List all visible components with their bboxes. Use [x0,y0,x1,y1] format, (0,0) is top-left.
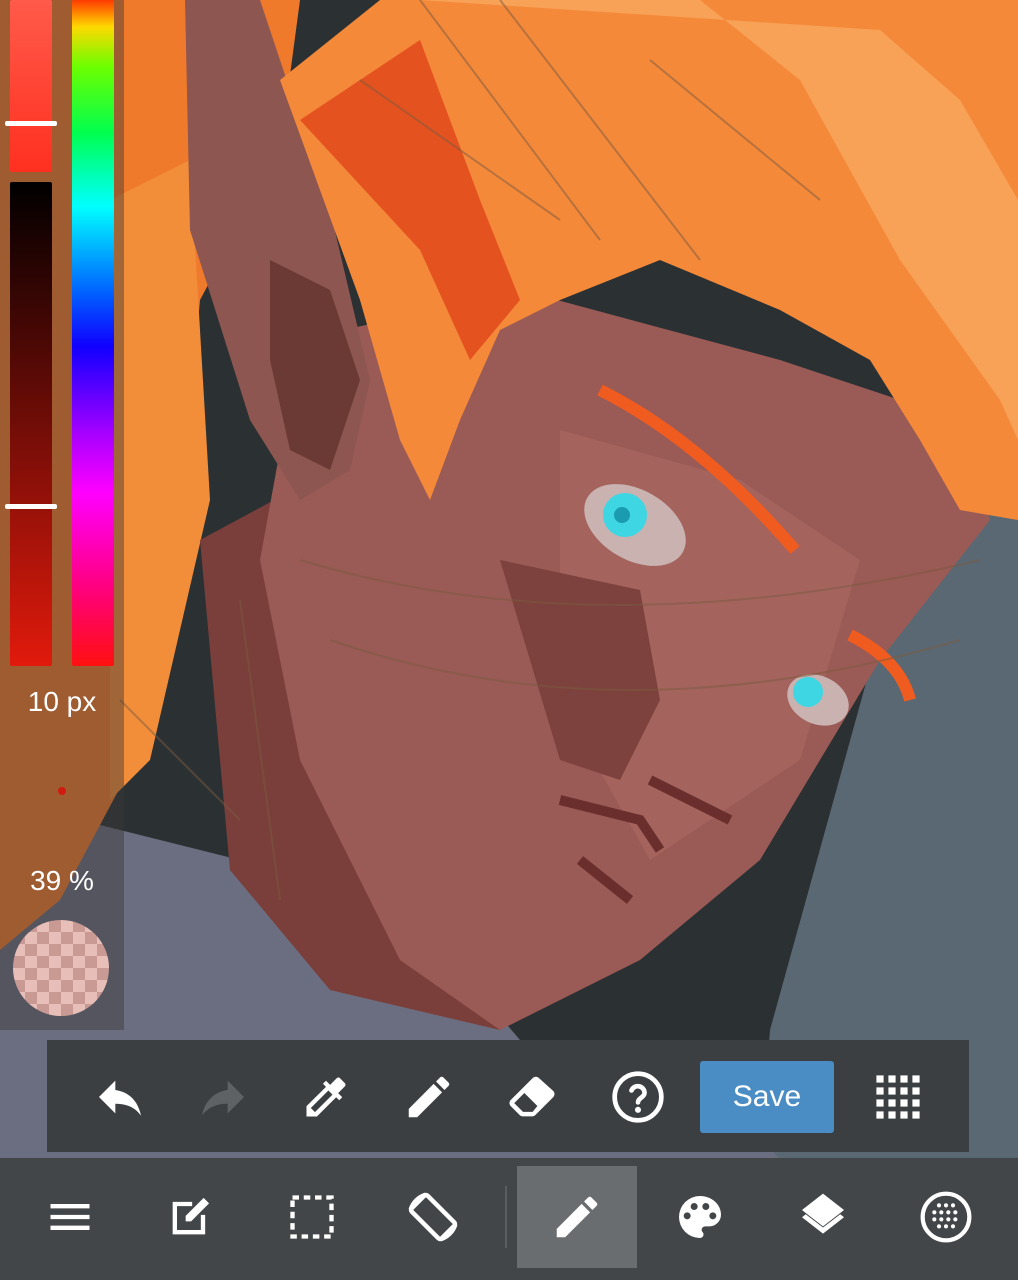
undo-button[interactable] [85,1062,155,1132]
current-color-swatch[interactable] [13,920,109,1016]
material-button[interactable] [886,1166,1006,1268]
nav-divider [505,1186,507,1248]
rotate-canvas-button[interactable] [373,1166,493,1268]
quick-toolbar: Save [47,1040,969,1152]
help-button[interactable] [603,1062,673,1132]
eraser-button[interactable] [497,1062,567,1132]
artwork-illustration [0,0,1018,1160]
material-icon [920,1191,972,1243]
selection-button[interactable] [252,1166,372,1268]
brush-opacity-label[interactable]: 39 % [0,865,124,897]
palette-icon [679,1196,721,1238]
pen-tool-button[interactable] [517,1166,637,1268]
save-button[interactable]: Save [700,1061,834,1133]
main-menu-button[interactable] [10,1166,130,1268]
opacity-slider-handle[interactable] [5,121,57,126]
hue-slider[interactable] [72,0,114,666]
bottom-navigation [0,1158,1018,1280]
brightness-slider[interactable] [5,182,57,666]
layers-button[interactable] [763,1166,883,1268]
grid-menu-icon [876,1075,920,1119]
pencil-icon [408,1076,450,1118]
grid-menu-button[interactable] [863,1062,933,1132]
redo-button[interactable] [188,1062,258,1132]
redo-icon [202,1080,244,1116]
eyedropper-icon [306,1077,346,1117]
eyedropper-button[interactable] [291,1062,361,1132]
drawing-canvas[interactable] [0,0,1018,1160]
brightness-slider-handle[interactable] [5,504,57,509]
color-brush-panel: 10 px 39 % [0,0,124,1030]
rotate-icon [408,1192,458,1242]
eraser-icon [509,1076,555,1117]
layers-icon [802,1193,844,1234]
menu-icon [50,1204,90,1230]
opacity-slider[interactable] [5,0,57,172]
selection-icon [290,1195,334,1239]
pencil-button[interactable] [394,1062,464,1132]
edit-icon [172,1197,210,1235]
brush-size-preview [58,787,66,795]
undo-icon [99,1080,141,1116]
color-palette-button[interactable] [640,1166,760,1268]
edit-button[interactable] [130,1166,250,1268]
help-icon [612,1071,664,1123]
brush-size-label[interactable]: 10 px [0,686,124,718]
pen-icon [556,1196,598,1238]
